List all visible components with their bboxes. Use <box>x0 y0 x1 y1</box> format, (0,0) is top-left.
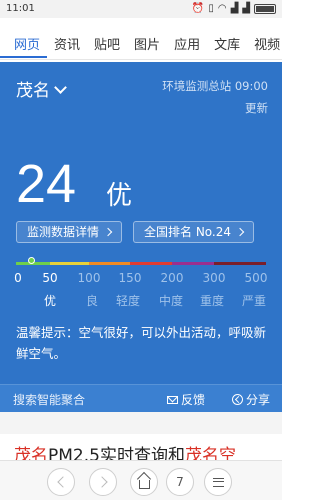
signal-icon: ▟ <box>230 3 239 14</box>
scale-level: 优 <box>43 294 57 308</box>
scale-tick: 500 <box>244 271 268 285</box>
feedback-button[interactable]: 反馈 <box>167 391 205 408</box>
scale-tick: 200 <box>160 271 184 285</box>
status-time: 11:01 <box>6 3 35 14</box>
browser-bottom-bar: 7 <box>0 460 282 500</box>
share-button[interactable]: 分享 <box>232 391 270 408</box>
aqi-scale-bar <box>16 262 266 266</box>
vibrate-icon: ▯ <box>208 3 214 14</box>
city-name: 茂名 <box>16 81 50 101</box>
tab-images[interactable]: 图片 <box>127 36 167 58</box>
tabs-button[interactable]: 7 <box>166 468 194 496</box>
aqi-value: 24 <box>16 154 77 214</box>
scale-tick: 0 <box>14 271 22 285</box>
scale-level: 良 <box>85 294 99 308</box>
feedback-label: 反馈 <box>181 393 206 407</box>
home-icon <box>138 479 150 489</box>
updated-label: 更新 <box>245 101 268 115</box>
tab-wenku[interactable]: 文库 <box>207 36 247 58</box>
chevron-right-icon <box>95 476 108 488</box>
mail-icon <box>167 395 178 404</box>
chevron-right-icon <box>235 227 245 237</box>
search-tabs: 网页 资讯 贴吧 图片 应用 文库 视频 <box>0 36 282 60</box>
scale-segment <box>214 262 266 265</box>
scale-tick: 150 <box>118 271 142 285</box>
scale-tick: 50 <box>42 271 58 285</box>
national-rank-button[interactable]: 全国排名 No.24 <box>133 221 255 243</box>
scale-segment <box>50 262 89 265</box>
share-icon <box>232 394 243 405</box>
tab-count: 7 <box>176 475 184 489</box>
chevron-left-icon <box>56 476 69 488</box>
signal-icon: ▟ <box>242 3 250 14</box>
city-selector[interactable]: 茂名 <box>16 76 67 101</box>
monitoring-details-label: 监测数据详情 <box>27 225 100 239</box>
health-tip: 温馨提示：空气很好，可以外出活动，呼吸新鲜空气。 <box>16 325 267 361</box>
status-bar: 11:01 ⏰ ▯ ◠ ▟ ▟ <box>0 0 282 18</box>
tab-tieba[interactable]: 贴吧 <box>87 36 127 58</box>
scale-level: 中度 <box>158 294 184 308</box>
scale-tick: 100 <box>77 271 101 285</box>
wifi-icon: ◠ <box>217 3 227 14</box>
station-time: 环境监测总站 09:00 <box>162 79 268 93</box>
tab-video[interactable]: 视频 <box>247 36 282 58</box>
menu-button[interactable] <box>204 468 232 496</box>
scale-segment <box>172 262 214 265</box>
section-gap <box>0 412 282 434</box>
forward-button[interactable] <box>89 468 117 496</box>
battery-icon <box>254 4 276 14</box>
menu-icon <box>212 477 224 487</box>
air-quality-card: 茂名 环境监测总站 09:00 更新 24 优 监测数据详情 全国排名 No.2… <box>0 62 282 412</box>
scale-tick: 300 <box>202 271 226 285</box>
back-button[interactable] <box>47 468 75 496</box>
aqi-level: 优 <box>106 181 133 211</box>
scale-level: 重度 <box>199 294 225 308</box>
chevron-down-icon <box>54 81 67 94</box>
tab-web[interactable]: 网页 <box>0 36 48 58</box>
aqi-current-marker <box>28 257 35 264</box>
scale-segment <box>89 262 130 265</box>
home-button[interactable] <box>130 468 158 496</box>
aqi-scale-levels: 优 良 轻度 中度 重度 严重 <box>0 292 282 308</box>
chevron-right-icon <box>103 227 113 237</box>
card-footer: 搜索智能聚合 反馈 分享 <box>0 384 282 412</box>
alarm-icon: ⏰ <box>191 3 205 14</box>
tab-apps[interactable]: 应用 <box>167 36 207 58</box>
status-icons: ⏰ ▯ ◠ ▟ ▟ <box>192 3 276 15</box>
tab-news[interactable]: 资讯 <box>47 36 87 58</box>
share-label: 分享 <box>246 393 271 407</box>
aqi-scale-ticks: 0 50 100 150 200 300 500 <box>0 271 282 287</box>
monitoring-details-button[interactable]: 监测数据详情 <box>16 221 123 243</box>
scale-segment <box>130 262 172 265</box>
national-rank-label: 全国排名 No.24 <box>144 225 232 239</box>
smart-aggregation-label: 搜索智能聚合 <box>13 393 86 407</box>
scale-level: 严重 <box>241 294 267 308</box>
scale-level: 轻度 <box>115 294 141 308</box>
